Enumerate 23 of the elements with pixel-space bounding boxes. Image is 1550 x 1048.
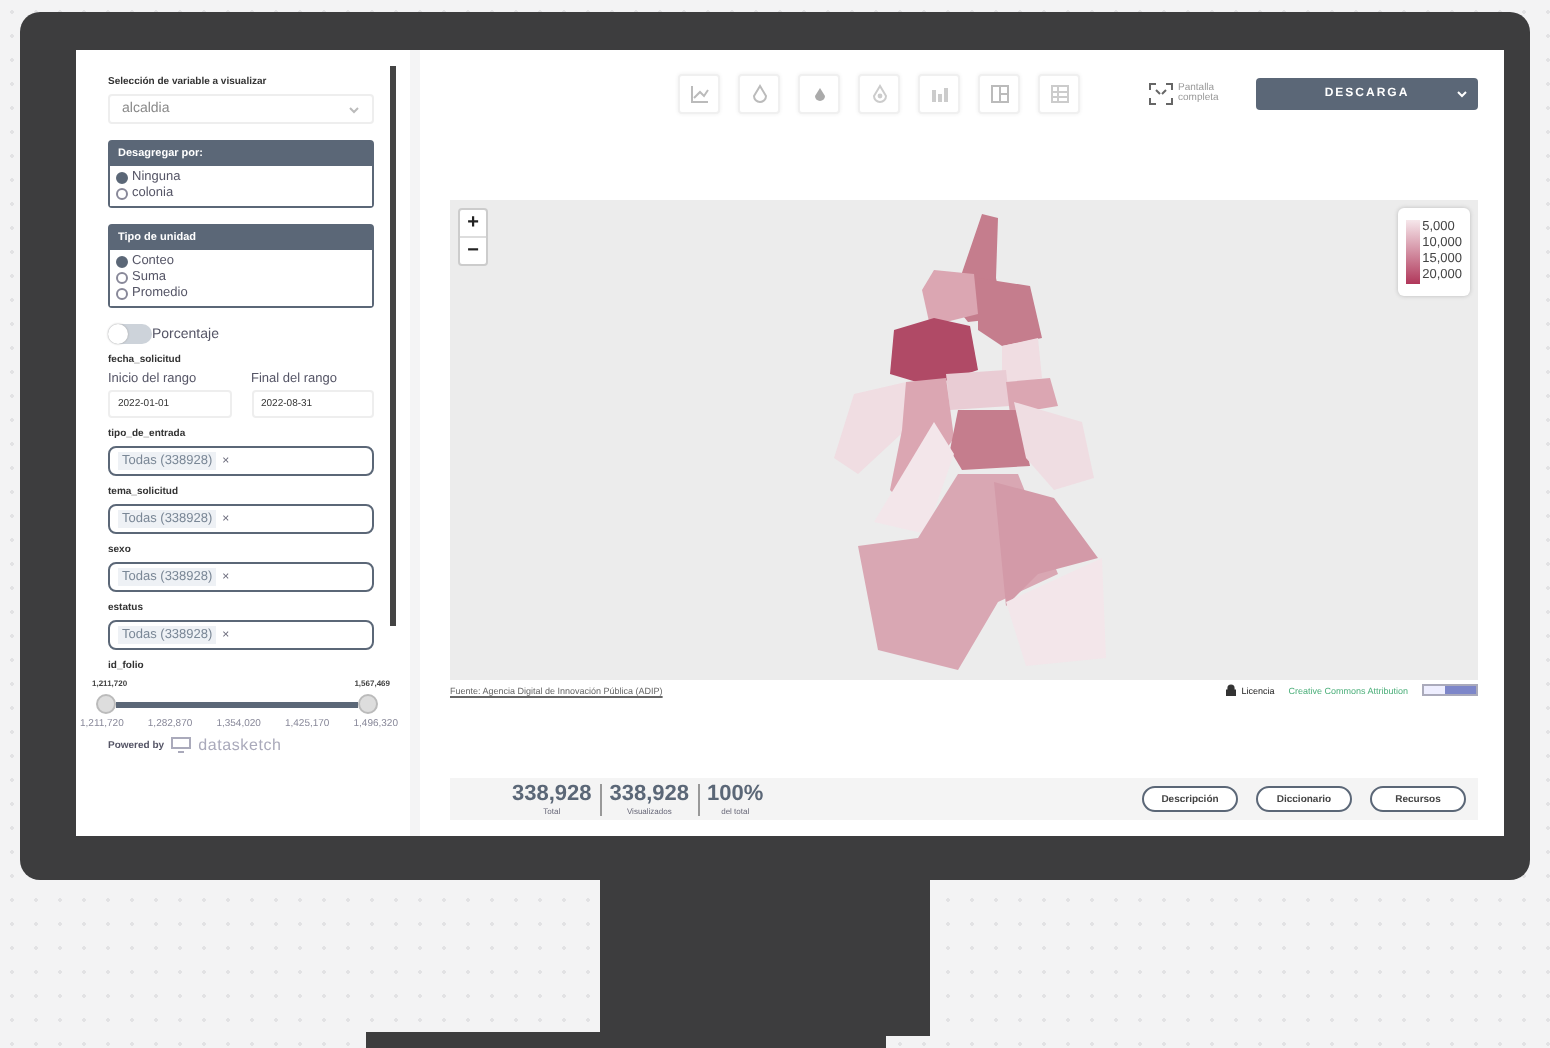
open-data-badge-icon bbox=[1422, 684, 1478, 696]
drop-icon[interactable] bbox=[798, 74, 840, 114]
slider-handle[interactable] bbox=[96, 694, 116, 714]
fullscreen-icon bbox=[1148, 82, 1174, 106]
treemap-icon[interactable] bbox=[978, 74, 1020, 114]
monitor-logo-icon bbox=[170, 736, 193, 754]
zoom-out-button[interactable]: − bbox=[460, 236, 486, 264]
caret-icon bbox=[1456, 90, 1468, 98]
stat-value: 338,928 bbox=[512, 783, 592, 805]
zoom-in-button[interactable]: + bbox=[460, 210, 486, 236]
legend-gradient bbox=[1406, 220, 1421, 284]
stat-value: 100% bbox=[707, 783, 764, 805]
toggle-switch[interactable] bbox=[108, 324, 152, 344]
table-icon[interactable] bbox=[1038, 74, 1080, 114]
bar-chart-icon[interactable] bbox=[918, 74, 960, 114]
drop-map-icon[interactable] bbox=[858, 74, 900, 114]
lock-icon bbox=[1225, 684, 1236, 696]
brand-logo-text: datasketch bbox=[198, 736, 282, 754]
slider-handle[interactable] bbox=[358, 694, 378, 714]
caret-icon bbox=[348, 105, 360, 113]
stat-value: 338,928 bbox=[609, 783, 690, 805]
line-chart-icon[interactable] bbox=[678, 74, 720, 114]
drop-outline-icon[interactable] bbox=[738, 74, 780, 114]
